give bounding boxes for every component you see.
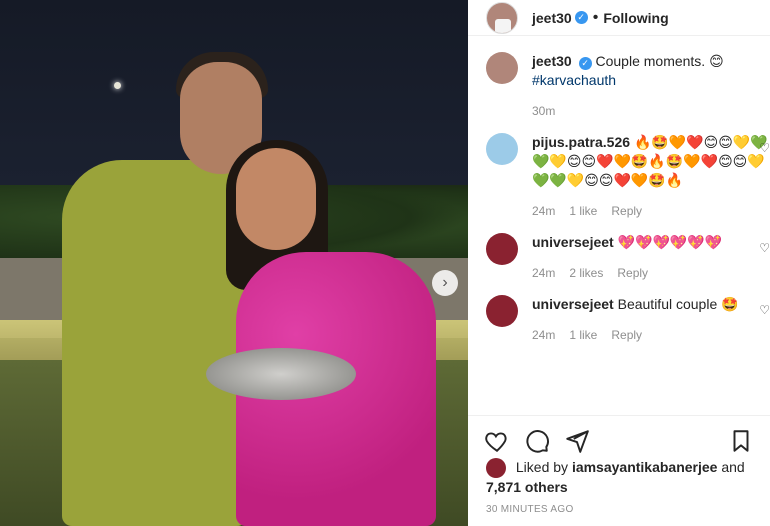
comment-item: universejeet Beautiful couple 🤩 24m 1 li… <box>486 295 770 345</box>
comment-time: 24m <box>532 266 556 280</box>
comment-username[interactable]: universejeet <box>532 296 614 312</box>
comment-username[interactable]: universejeet <box>532 234 614 250</box>
comment-text: 💖💖💖💖💖💖 <box>617 234 723 250</box>
comment-icon[interactable] <box>524 428 550 454</box>
instagram-post-view: › jeet30 ✓ • Following jeet30 ✓ Couple m… <box>0 0 770 526</box>
avatar[interactable] <box>486 458 506 479</box>
woman-face <box>236 148 316 250</box>
heart-icon[interactable] <box>484 428 510 454</box>
moon <box>114 82 121 89</box>
reply-button[interactable]: Reply <box>617 264 648 283</box>
comment-list: jeet30 ✓ Couple moments. 😊 #karvachauth … <box>468 52 770 412</box>
caption: jeet30 ✓ Couple moments. 😊 #karvachauth … <box>486 52 770 121</box>
comment-item: universejeet 💖💖💖💖💖💖 24m 2 likes Reply ♡ <box>486 233 770 283</box>
comment-username[interactable]: pijus.patra.526 <box>532 134 630 150</box>
caption-time: 30m <box>532 104 556 118</box>
likes-prefix: Liked by <box>515 459 572 475</box>
comment-text: Beautiful couple 🤩 <box>617 296 739 312</box>
author-username[interactable]: jeet30 <box>532 10 572 26</box>
avatar[interactable] <box>486 133 518 165</box>
puja-thali <box>206 348 356 400</box>
avatar[interactable] <box>486 295 518 327</box>
caption-username[interactable]: jeet30 <box>532 53 572 69</box>
comment-likes[interactable]: 2 likes <box>569 264 603 283</box>
following-button[interactable]: Following <box>603 10 668 26</box>
avatar[interactable] <box>486 233 518 265</box>
avatar[interactable] <box>486 52 518 84</box>
comment-heart-icon[interactable]: ♡ <box>759 241 770 255</box>
comment-item: pijus.patra.526 🔥🤩🧡❤️😊😊💛💚💚💛😊😊❤️🧡🤩🔥🤩🧡❤️😊😊… <box>486 133 770 221</box>
hashtag-link[interactable]: #karvachauth <box>532 72 616 88</box>
comment-time: 24m <box>532 204 556 218</box>
post-sidebar: jeet30 ✓ • Following jeet30 ✓ Couple mom… <box>468 0 770 526</box>
post-photo[interactable]: › <box>0 0 468 526</box>
comment-likes[interactable]: 1 like <box>569 202 597 221</box>
separator-dot: • <box>592 8 599 26</box>
man-figure <box>62 160 247 526</box>
share-icon[interactable] <box>564 428 590 454</box>
post-time[interactable]: 30 MINUTES AGO <box>486 504 574 515</box>
post-header: jeet30 ✓ • Following <box>468 0 770 36</box>
likes-summary: Liked by iamsayantikabanerjee and 7,871 … <box>486 458 745 497</box>
comment-heart-icon[interactable]: ♡ <box>759 303 770 317</box>
verified-badge-icon: ✓ <box>578 57 592 70</box>
reply-button[interactable]: Reply <box>611 202 642 221</box>
caption-text: Couple moments. 😊 <box>595 53 724 69</box>
comment-heart-icon[interactable]: ♡ <box>759 141 770 155</box>
likes-count[interactable]: 7,871 others <box>486 479 568 495</box>
chevron-right-icon[interactable]: › <box>432 270 458 296</box>
comment-time: 24m <box>532 328 556 342</box>
verified-badge-icon: ✓ <box>574 11 588 24</box>
likes-connector: and <box>717 459 745 475</box>
avatar[interactable] <box>486 1 518 34</box>
bookmark-icon[interactable] <box>728 428 754 454</box>
liked-by-user[interactable]: iamsayantikabanerjee <box>572 459 718 475</box>
reply-button[interactable]: Reply <box>611 326 642 345</box>
comment-likes[interactable]: 1 like <box>569 326 597 345</box>
post-actions <box>468 415 770 454</box>
